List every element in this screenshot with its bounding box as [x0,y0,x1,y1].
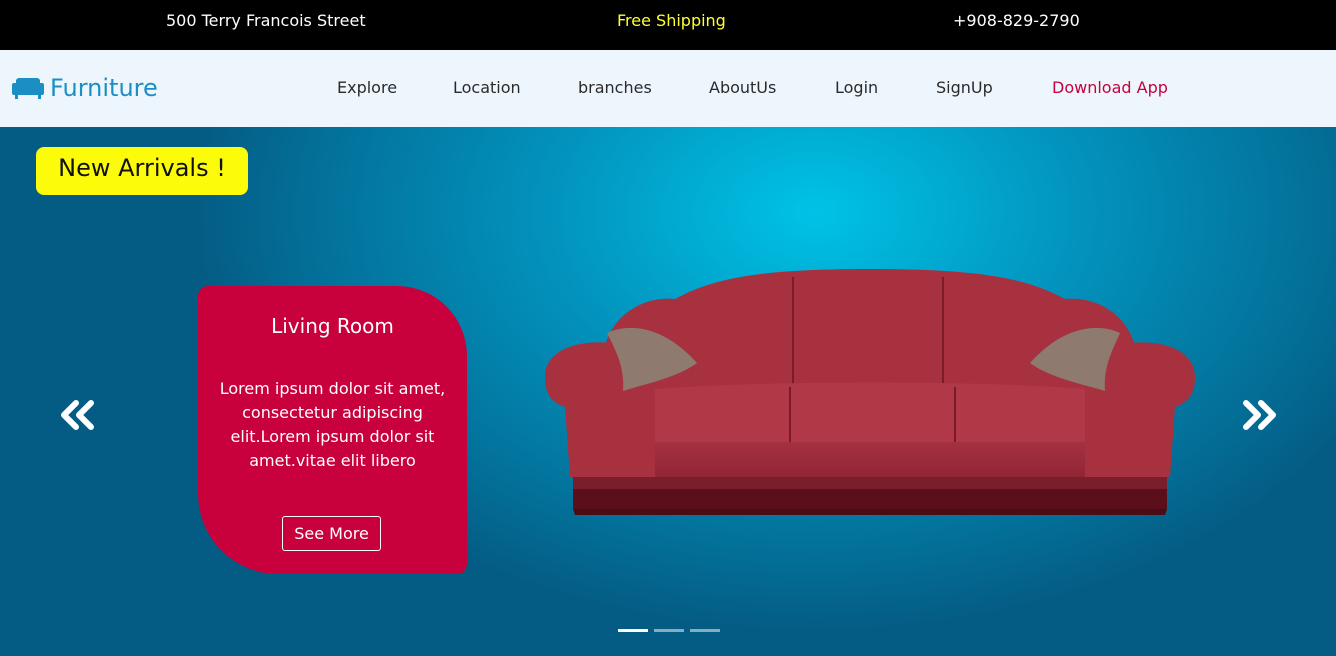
free-shipping-text: Free Shipping [617,11,726,30]
brand-logo[interactable]: Furniture [12,72,158,104]
new-arrivals-badge: New Arrivals ! [36,147,248,195]
double-chevron-right-icon[interactable] [1239,399,1279,431]
category-card: Living Room Lorem ipsum dolor sit amet, … [198,286,467,574]
carousel-indicator-2[interactable] [654,629,684,632]
nav-signup[interactable]: SignUp [936,78,993,97]
nav-about-us[interactable]: AboutUs [709,78,776,97]
brand-name: Furniture [50,74,158,102]
hero-carousel: New Arrivals ! Living Room Lorem ipsum d… [0,127,1336,656]
store-address: 500 Terry Francois Street [166,11,366,30]
carousel-indicator-1[interactable] [618,629,648,632]
card-title: Living Room [271,314,394,338]
carousel-indicator-3[interactable] [690,629,720,632]
double-chevron-left-icon[interactable] [58,399,98,431]
top-info-bar: 500 Terry Francois Street Free Shipping … [0,0,1336,50]
see-more-button[interactable]: See More [282,516,381,551]
sofa-image [545,269,1195,515]
sofa-icon [12,78,44,99]
nav-login[interactable]: Login [835,78,878,97]
nav-download-app[interactable]: Download App [1052,78,1168,97]
main-navbar: Furniture Explore Location branches Abou… [0,50,1336,127]
nav-branches[interactable]: branches [578,78,652,97]
phone-number[interactable]: +908-829-2790 [953,11,1080,30]
nav-explore[interactable]: Explore [337,78,397,97]
nav-location[interactable]: Location [453,78,521,97]
card-description: Lorem ipsum dolor sit amet, consectetur … [219,379,446,470]
